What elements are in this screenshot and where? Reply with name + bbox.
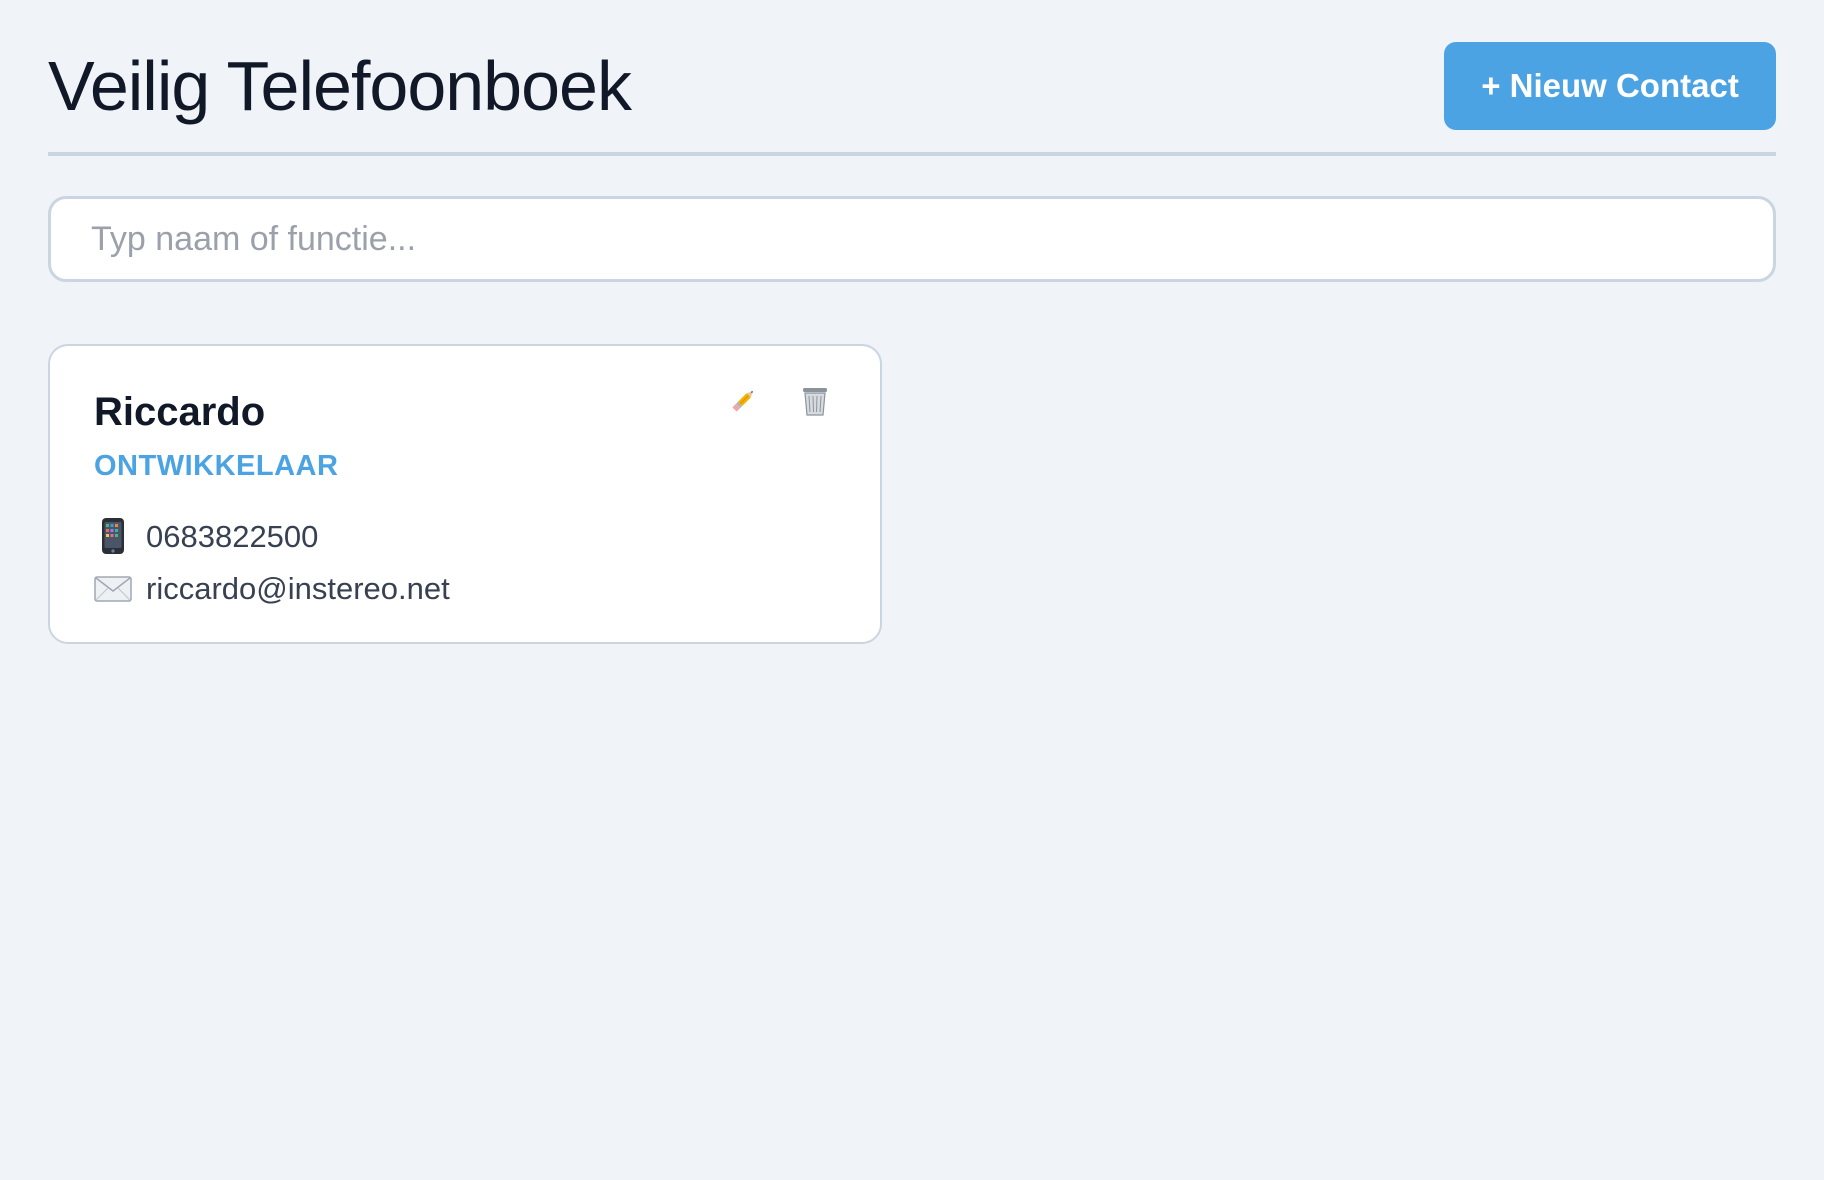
new-contact-button[interactable]: + Nieuw Contact — [1444, 42, 1776, 130]
envelope-icon — [94, 575, 132, 603]
contact-email-row: riccardo@instereo.net — [94, 573, 836, 604]
mobile-phone-icon — [94, 517, 132, 555]
header: Veilig Telefoonboek + Nieuw Contact — [48, 0, 1776, 156]
page: Veilig Telefoonboek + Nieuw Contact Typ … — [0, 0, 1824, 1180]
trash-icon[interactable] — [798, 384, 832, 418]
header-divider — [48, 152, 1776, 156]
pencil-icon[interactable] — [726, 384, 760, 418]
contact-card: Riccardo ONTWIKKELAAR 0683822500 riccard… — [48, 344, 882, 644]
contact-phone: 0683822500 — [146, 518, 319, 554]
contact-name: Riccardo — [94, 390, 266, 434]
search-input[interactable] — [48, 196, 1776, 282]
contact-email: riccardo@instereo.net — [146, 571, 450, 606]
contact-role: ONTWIKKELAAR — [94, 450, 339, 482]
card-actions — [726, 384, 832, 418]
contact-phone-row: 0683822500 — [94, 517, 836, 555]
header-row: Veilig Telefoonboek + Nieuw Contact — [48, 42, 1776, 130]
contacts-grid: Riccardo ONTWIKKELAAR 0683822500 riccard… — [48, 344, 1776, 644]
page-title: Veilig Telefoonboek — [48, 47, 632, 125]
